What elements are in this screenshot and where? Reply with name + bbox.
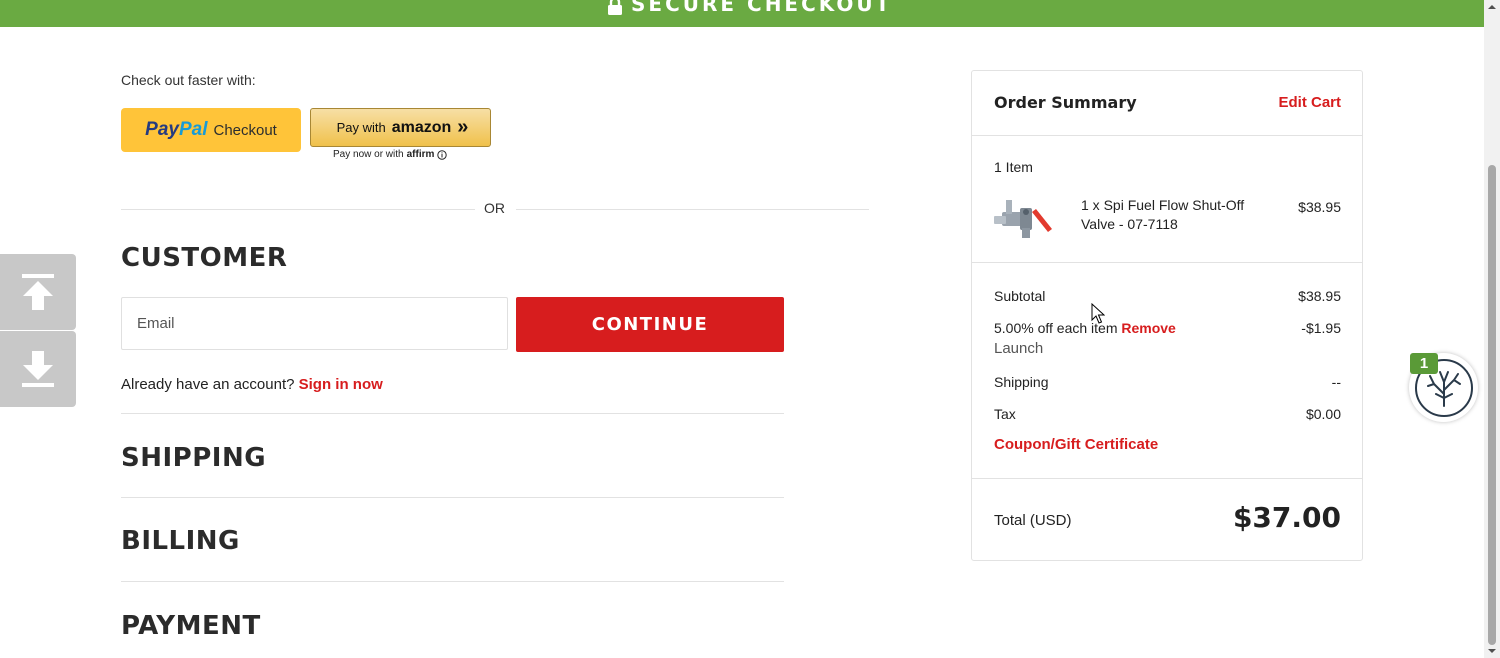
order-summary-title: Order Summary: [994, 93, 1137, 112]
scroll-up-arrow-icon[interactable]: [1487, 2, 1497, 12]
section-divider: [121, 413, 784, 414]
billing-heading[interactable]: BILLING: [121, 526, 240, 556]
discount-value: -$1.95: [1301, 320, 1341, 336]
arrow-down-icon: [22, 351, 54, 387]
customer-heading: CUSTOMER: [121, 243, 288, 273]
shipping-heading[interactable]: SHIPPING: [121, 443, 266, 473]
divider-right: [516, 209, 869, 210]
shipping-label: Shipping: [994, 374, 1049, 390]
notification-badge: 1: [1410, 353, 1438, 374]
amazon-logo: amazon: [391, 118, 452, 136]
section-divider: [121, 581, 784, 582]
scroll-down-button[interactable]: [0, 331, 76, 407]
edit-cart-link[interactable]: Edit Cart: [1278, 94, 1341, 111]
account-prompt-text: Already have an account?: [121, 376, 295, 393]
lock-icon: [608, 0, 622, 15]
scrollbar-thumb[interactable]: [1488, 165, 1496, 645]
items-count: 1 Item: [994, 159, 1033, 175]
divider-left: [121, 209, 475, 210]
section-divider: [121, 497, 784, 498]
scroll-down-arrow-icon[interactable]: [1487, 646, 1497, 656]
or-separator: OR: [484, 200, 505, 216]
affirm-note: Pay now or with affirm: [333, 149, 448, 160]
subtotal-value: $38.95: [1298, 288, 1341, 304]
summary-divider: [972, 135, 1362, 136]
page-scrollbar[interactable]: [1484, 0, 1500, 658]
express-checkout-label: Check out faster with:: [121, 72, 256, 88]
affirm-text: Pay now or with: [333, 149, 404, 160]
subtotal-label: Subtotal: [994, 288, 1046, 304]
remove-discount-link[interactable]: Remove: [1121, 320, 1175, 336]
total-label: Total (USD): [994, 512, 1072, 529]
shipping-value: --: [1331, 374, 1341, 390]
scroll-up-button[interactable]: [0, 254, 76, 330]
summary-divider: [972, 262, 1362, 263]
total-value: $37.00: [1232, 501, 1341, 534]
info-icon[interactable]: [437, 149, 448, 160]
amazon-pay-button[interactable]: Pay with amazon »: [310, 108, 491, 147]
account-prompt: Already have an account? Sign in now: [121, 376, 383, 393]
tax-label: Tax: [994, 406, 1016, 422]
discount-row: 5.00% off each item Remove: [994, 320, 1176, 336]
continue-button[interactable]: CONTINUE: [516, 297, 784, 352]
chevrons-right-icon: »: [457, 116, 468, 138]
promo-name: Launch: [994, 340, 1044, 357]
payment-heading[interactable]: PAYMENT: [121, 611, 261, 641]
paypal-logo: PayPal: [145, 119, 208, 140]
arrow-up-icon: [22, 274, 54, 310]
page-title: SECURE CHECKOUT: [631, 0, 893, 16]
coupon-gift-certificate-link[interactable]: Coupon/Gift Certificate: [994, 436, 1158, 453]
paypal-checkout-label: Checkout: [213, 121, 277, 139]
paypal-checkout-button[interactable]: PayPal Checkout: [121, 108, 301, 152]
product-price: $38.95: [1298, 199, 1341, 215]
product-name: 1 x Spi Fuel Flow Shut-Off Valve - 07-71…: [1081, 197, 1245, 232]
summary-divider: [972, 478, 1362, 479]
tax-value: $0.00: [1305, 406, 1341, 422]
email-field[interactable]: [121, 297, 508, 350]
order-summary: Order Summary Edit Cart 1 Item 1 x Spi F…: [971, 70, 1363, 561]
affirm-logo: affirm: [406, 149, 435, 160]
mouse-cursor-icon: [1091, 303, 1105, 324]
sign-in-link[interactable]: Sign in now: [299, 376, 383, 393]
amazon-pay-label: Pay with: [336, 120, 386, 135]
secure-checkout-header: SECURE CHECKOUT: [0, 0, 1484, 27]
product-image: [994, 200, 1052, 238]
